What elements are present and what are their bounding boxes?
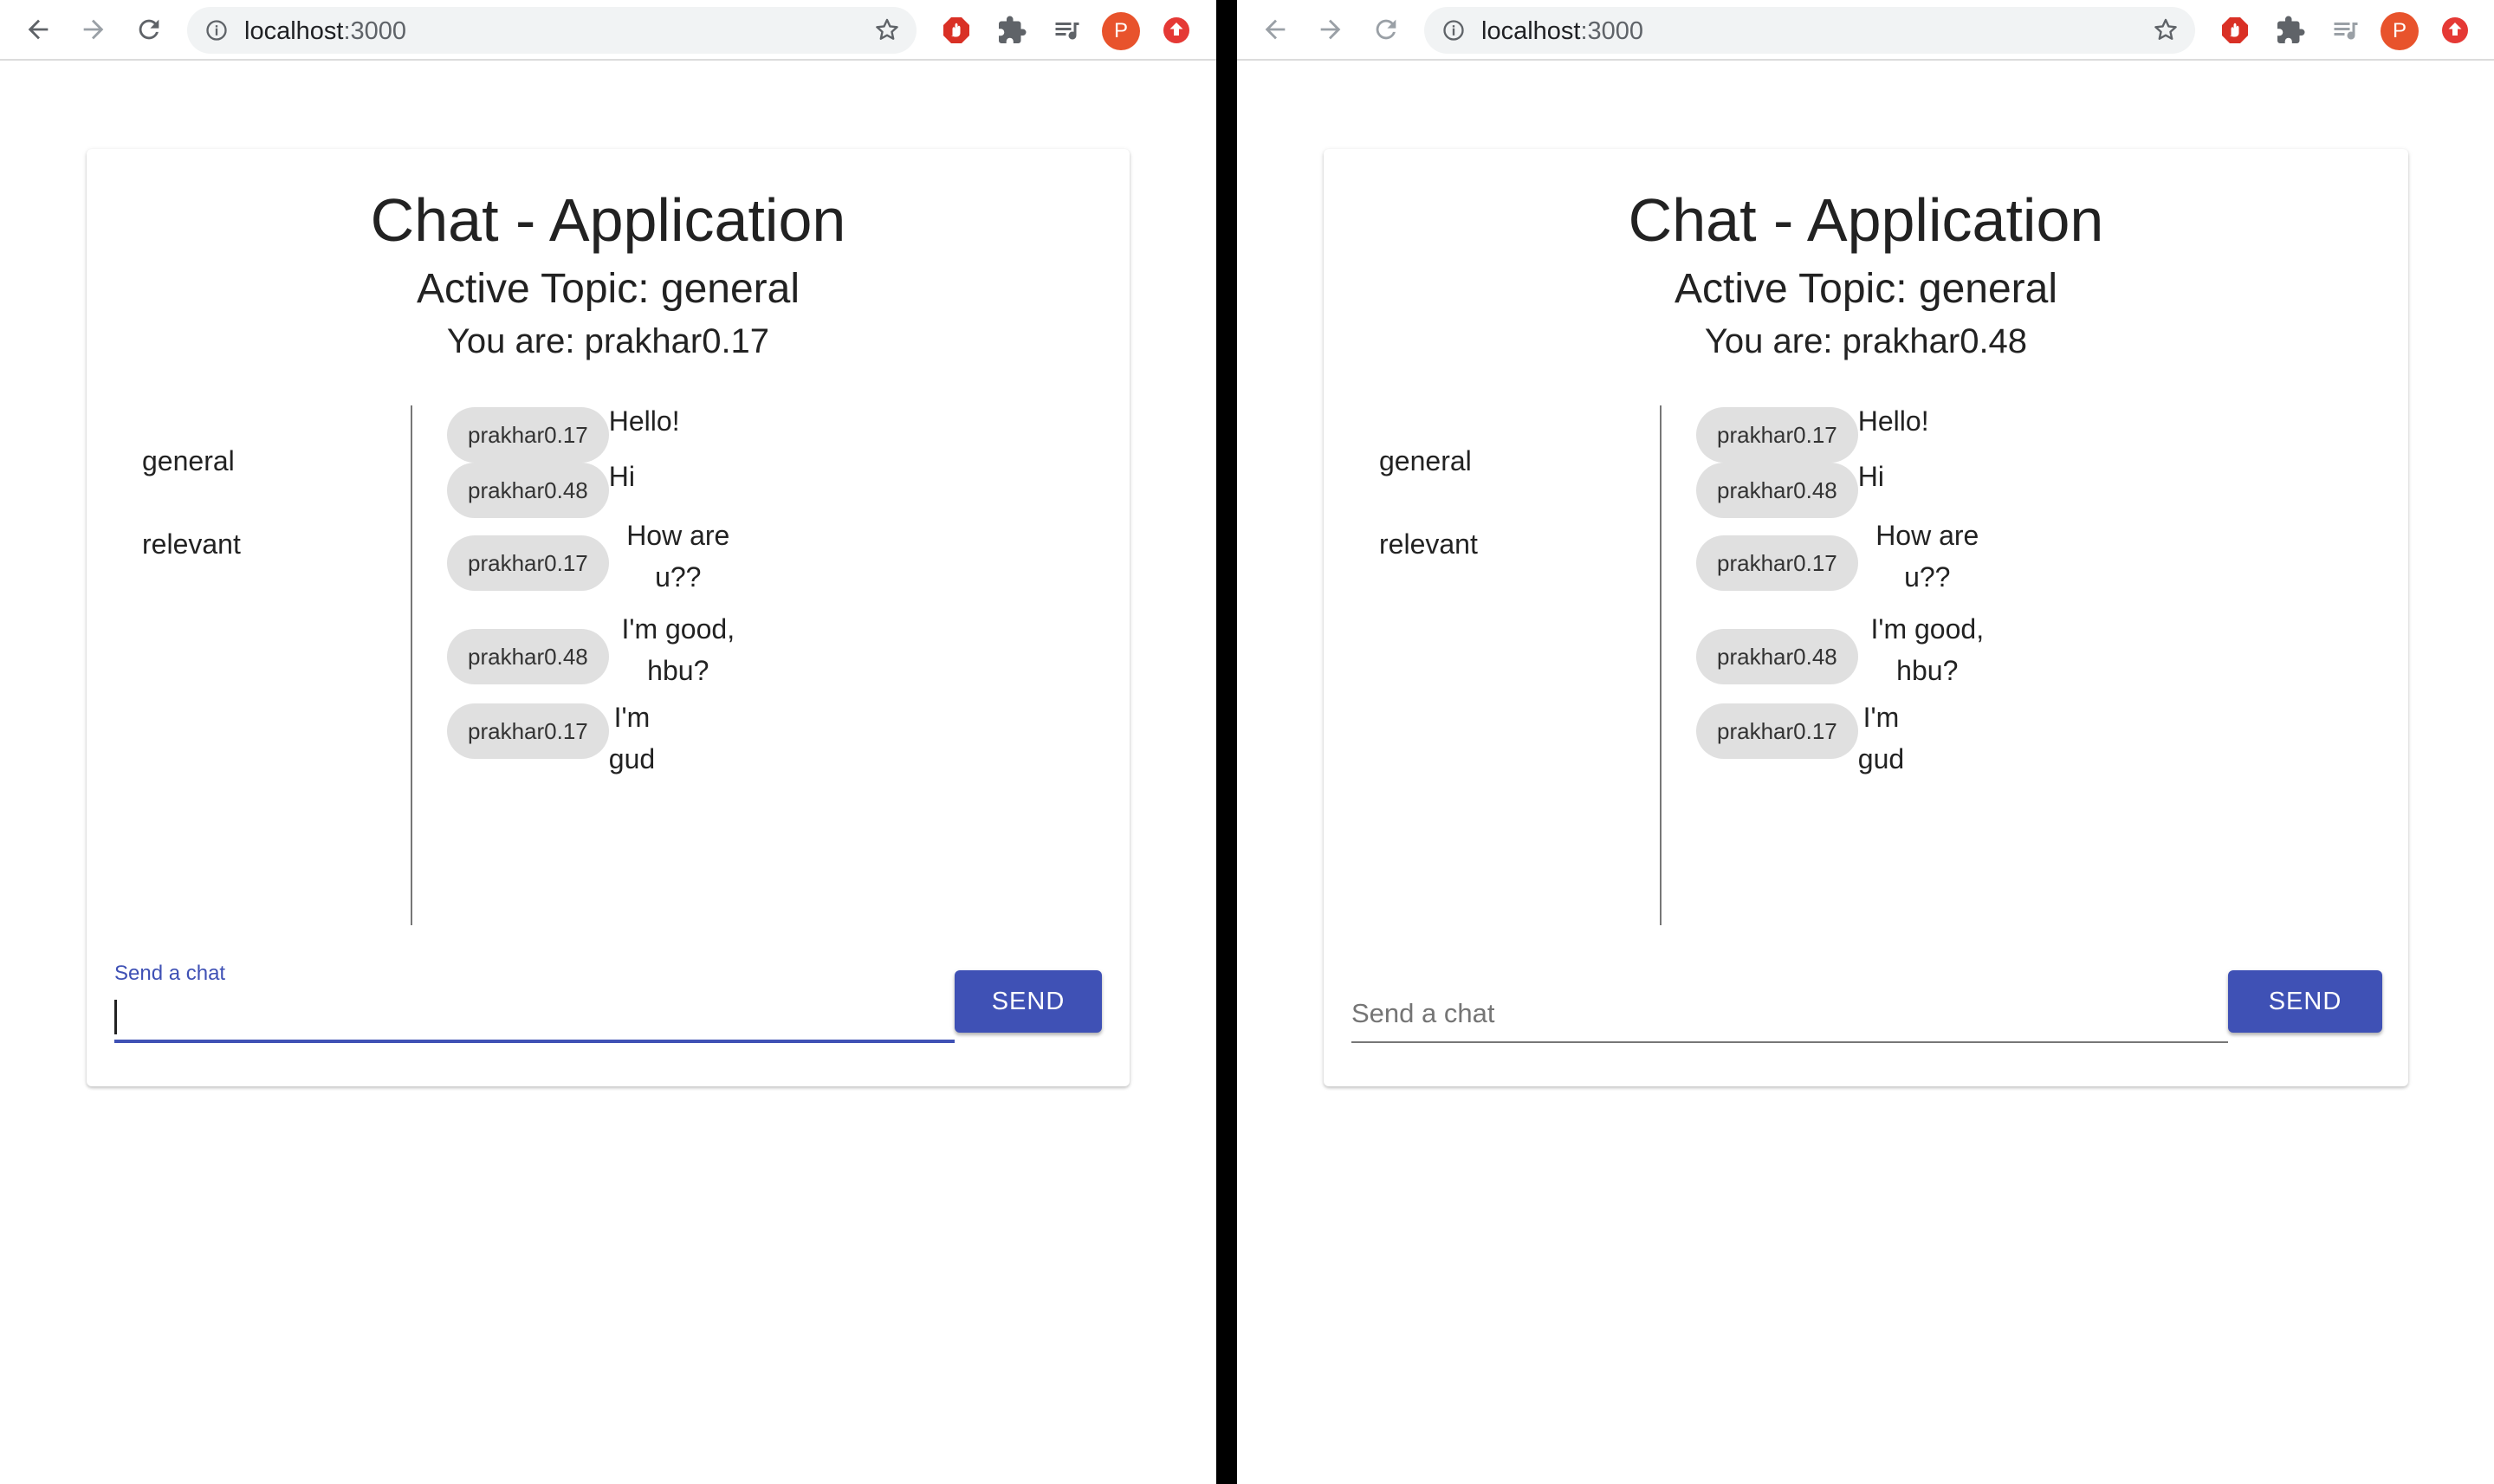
message-text: I'm good, hbu?	[1870, 613, 1985, 686]
chat-input[interactable]	[114, 989, 955, 1041]
reading-list-icon[interactable]	[1050, 13, 1085, 48]
input-underline	[1351, 1041, 2228, 1043]
star-icon[interactable]	[2152, 16, 2180, 44]
forward-icon[interactable]	[76, 12, 111, 47]
sender-chip[interactable]: prakhar0.17	[447, 407, 609, 463]
active-topic: Active Topic: general	[416, 266, 800, 312]
back-icon[interactable]	[1258, 12, 1292, 47]
forward-icon[interactable]	[1313, 12, 1348, 47]
reading-list-icon[interactable]	[2329, 13, 2363, 48]
message-row: prakhar0.17 How are u??	[447, 520, 748, 598]
sender-chip[interactable]: prakhar0.17	[447, 703, 609, 759]
browser-toolbar: localhost:3000 P	[0, 0, 1216, 61]
message-text: I'm gud	[1857, 702, 1905, 774]
message-text: How are u??	[1875, 520, 1979, 593]
sender-chip[interactable]: prakhar0.17	[1696, 407, 1858, 463]
back-icon[interactable]	[21, 12, 55, 47]
message-text: How are u??	[626, 520, 730, 593]
app-title: Chat - Application	[370, 186, 846, 254]
url-text: localhost:3000	[244, 17, 407, 45]
address-bar[interactable]: localhost:3000	[1424, 7, 2195, 54]
message-text: I'm gud	[608, 702, 656, 774]
reload-icon[interactable]	[1369, 12, 1403, 47]
upload-icon[interactable]	[1159, 13, 1194, 48]
sender-chip[interactable]: prakhar0.17	[447, 535, 609, 591]
extensions-puzzle-icon[interactable]	[994, 13, 1029, 48]
message-text: Hello!	[1857, 405, 1929, 437]
profile-avatar[interactable]: P	[2381, 12, 2419, 50]
star-icon[interactable]	[873, 16, 901, 44]
topic-item-general[interactable]: general	[142, 437, 241, 520]
sender-chip[interactable]: prakhar0.48	[447, 629, 609, 684]
message-row: prakhar0.17 Hello!	[1696, 405, 1929, 463]
sender-chip[interactable]: prakhar0.17	[1696, 703, 1858, 759]
message-text: Hello!	[608, 405, 680, 437]
extensions-puzzle-icon[interactable]	[2273, 13, 2308, 48]
info-icon[interactable]	[204, 18, 229, 42]
upload-icon[interactable]	[2438, 13, 2472, 48]
window-divider	[1216, 0, 1237, 1484]
send-button[interactable]: SEND	[955, 970, 1102, 1033]
message-row: prakhar0.17 I'm gud	[447, 702, 655, 780]
divider	[411, 405, 412, 925]
message-row: prakhar0.48 I'm good, hbu?	[1696, 613, 1997, 691]
address-bar[interactable]: localhost:3000	[187, 7, 917, 54]
reload-icon[interactable]	[132, 12, 166, 47]
sender-chip[interactable]: prakhar0.48	[1696, 629, 1858, 684]
message-row: prakhar0.17 I'm gud	[1696, 702, 1904, 780]
browser-toolbar: localhost:3000 P	[1237, 0, 2494, 61]
sender-chip[interactable]: prakhar0.48	[447, 463, 609, 518]
divider	[1660, 405, 1662, 925]
adblock-icon[interactable]	[2218, 13, 2252, 48]
url-text: localhost:3000	[1481, 17, 1644, 45]
send-button[interactable]: SEND	[2228, 970, 2382, 1033]
app-title: Chat - Application	[1628, 186, 2104, 254]
topic-list: general relevant	[142, 437, 241, 603]
adblock-icon[interactable]	[939, 13, 974, 48]
message-row: prakhar0.48 Hi	[447, 461, 635, 518]
message-text: I'm good, hbu?	[621, 613, 735, 686]
topic-item-relevant[interactable]: relevant	[142, 520, 241, 603]
browser-window-right: localhost:3000 P Chat - Application Acti…	[1237, 0, 2494, 1484]
chat-card: Chat - Application Active Topic: general…	[87, 149, 1130, 1086]
current-user: You are: prakhar0.17	[446, 322, 770, 360]
browser-window-left: localhost:3000 P Chat - Application Acti…	[0, 0, 1216, 1484]
message-row: prakhar0.17 Hello!	[447, 405, 680, 463]
sender-chip[interactable]: prakhar0.17	[1696, 535, 1858, 591]
topic-item-general[interactable]: general	[1379, 437, 1478, 520]
message-text: Hi	[1857, 461, 1884, 492]
message-row: prakhar0.48 Hi	[1696, 461, 1884, 518]
message-row: prakhar0.17 How are u??	[1696, 520, 1997, 598]
message-row: prakhar0.48 I'm good, hbu?	[447, 613, 748, 691]
input-underline	[114, 1040, 955, 1043]
chat-card: Chat - Application Active Topic: general…	[1324, 149, 2408, 1086]
active-topic: Active Topic: general	[1674, 266, 2058, 312]
topic-list: general relevant	[1379, 437, 1478, 603]
chat-input[interactable]	[1351, 989, 2228, 1041]
profile-avatar[interactable]: P	[1102, 12, 1140, 50]
topic-item-relevant[interactable]: relevant	[1379, 520, 1478, 603]
chat-input-label: Send a chat	[114, 962, 226, 985]
sender-chip[interactable]: prakhar0.48	[1696, 463, 1858, 518]
message-text: Hi	[608, 461, 635, 492]
info-icon[interactable]	[1441, 18, 1466, 42]
current-user: You are: prakhar0.48	[1704, 322, 2028, 360]
